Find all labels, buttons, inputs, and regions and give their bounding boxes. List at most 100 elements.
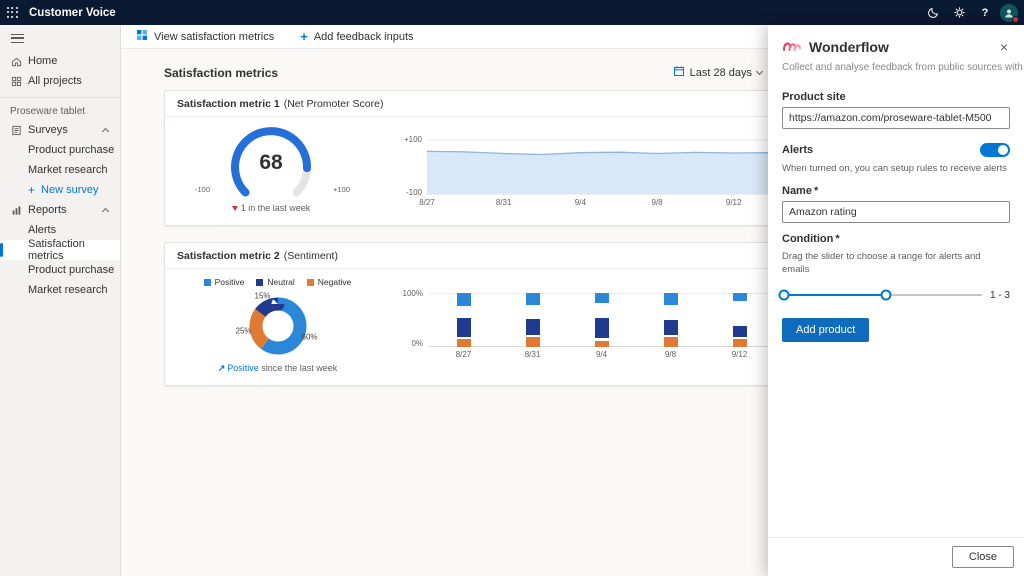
donut-percent-label: 25% bbox=[235, 327, 251, 336]
calendar-icon bbox=[673, 65, 685, 80]
sentiment-card: Satisfaction metric 2 (Sentiment) Positi… bbox=[164, 242, 854, 386]
legend-swatch-positive bbox=[204, 279, 211, 286]
user-avatar[interactable] bbox=[1000, 4, 1018, 22]
bar-segment bbox=[733, 293, 747, 301]
condition-label: Condition * bbox=[782, 233, 1010, 245]
bar-segment bbox=[526, 337, 540, 347]
date-range-filter[interactable]: Last 28 days bbox=[673, 65, 762, 80]
page-title: Satisfaction metrics bbox=[164, 66, 278, 80]
sidebar-section-surveys[interactable]: Surveys bbox=[0, 120, 120, 140]
bar-segment bbox=[664, 293, 678, 305]
slider-handle-min[interactable] bbox=[779, 290, 790, 301]
stacked-bar bbox=[457, 293, 471, 347]
sidebar-item-market-research-report[interactable]: Market research bbox=[0, 280, 120, 300]
sidebar: Home All projects Proseware tablet Surve… bbox=[0, 25, 121, 576]
presence-badge bbox=[1012, 16, 1019, 23]
legend-label: Positive bbox=[215, 277, 245, 287]
slider-value: 1 - 3 bbox=[990, 290, 1010, 301]
bar-segment bbox=[457, 318, 471, 337]
app-root: Customer Voice ? Home bbox=[0, 0, 1024, 576]
bar-segment bbox=[595, 341, 609, 347]
panel-header: Wonderflow × bbox=[768, 25, 1024, 60]
sidebar-item-satisfaction-metrics[interactable]: Satisfaction metrics bbox=[0, 240, 120, 260]
bar-segment bbox=[733, 339, 747, 347]
legend-swatch-negative bbox=[307, 279, 314, 286]
bar-x-label: 9/8 bbox=[651, 350, 691, 359]
bar-segment bbox=[664, 337, 678, 347]
slider-handle-max[interactable] bbox=[880, 290, 891, 301]
alerts-help-text: When turned on, you can setup rules to r… bbox=[782, 163, 1010, 175]
card-subtitle: (Net Promoter Score) bbox=[284, 98, 384, 110]
close-button[interactable]: Close bbox=[952, 546, 1014, 568]
donut-percent-label: 15% bbox=[254, 292, 270, 301]
sidebar-item-home[interactable]: Home bbox=[0, 51, 120, 71]
bars-y-min-label: 0% bbox=[393, 339, 423, 348]
plus-icon: + bbox=[300, 30, 308, 43]
add-product-button[interactable]: Add product bbox=[782, 318, 869, 342]
nps-card: Satisfaction metric 1 (Net Promoter Scor… bbox=[164, 90, 854, 226]
alerts-toggle[interactable] bbox=[980, 143, 1010, 157]
help-icon[interactable]: ? bbox=[974, 2, 996, 24]
surveys-icon bbox=[10, 124, 22, 136]
quiet-hours-moon-icon[interactable] bbox=[922, 2, 944, 24]
nps-value: 68 bbox=[211, 151, 331, 175]
name-input[interactable] bbox=[782, 201, 1010, 223]
add-feedback-inputs-button[interactable]: + Add feedback inputs bbox=[300, 30, 413, 43]
product-site-input[interactable] bbox=[782, 107, 1010, 129]
sidebar-item-product-purchase-survey[interactable]: Product purchase bbox=[0, 140, 120, 160]
bar-x-label: 8/27 bbox=[444, 350, 484, 359]
bars-xlabels: 8/278/319/49/89/12 bbox=[429, 350, 774, 359]
sidebar-divider bbox=[0, 97, 120, 98]
bar-x-label: 9/12 bbox=[720, 350, 760, 359]
projects-grid-icon bbox=[10, 75, 22, 87]
command-label: Add feedback inputs bbox=[314, 31, 414, 43]
sentiment-donut-svg bbox=[246, 294, 310, 358]
stacked-bar bbox=[664, 293, 678, 347]
sidebar-item-product-purchase-report[interactable]: Product purchase bbox=[0, 260, 120, 280]
sidebar-item-alerts[interactable]: Alerts bbox=[0, 220, 120, 240]
view-satisfaction-metrics-button[interactable]: View satisfaction metrics bbox=[136, 29, 274, 44]
card-title: Satisfaction metric 1 bbox=[177, 98, 280, 110]
command-label: View satisfaction metrics bbox=[154, 31, 274, 43]
sidebar-section-reports[interactable]: Reports bbox=[0, 200, 120, 220]
sidebar-item-label: All projects bbox=[28, 75, 82, 87]
alerts-row: Alerts bbox=[782, 143, 1010, 157]
sidebar-item-label: Market research bbox=[28, 284, 107, 296]
sidebar-collapse-button[interactable] bbox=[0, 25, 120, 51]
waffle-menu-icon[interactable] bbox=[0, 0, 25, 25]
sidebar-item-new-survey[interactable]: + New survey bbox=[0, 180, 120, 200]
bar-x-label: 8/31 bbox=[513, 350, 553, 359]
date-range-label: Last 28 days bbox=[690, 67, 752, 79]
home-icon bbox=[10, 55, 22, 67]
chevron-up-icon bbox=[102, 207, 109, 214]
sentiment-legend: Positive Neutral Negative bbox=[165, 277, 390, 287]
nps-delta: 1 in the last week bbox=[165, 203, 377, 213]
trend-up-icon: ↗ bbox=[218, 363, 226, 373]
bar-slot bbox=[720, 293, 760, 347]
sentiment-bars-plot bbox=[429, 293, 774, 347]
triangle-down-icon bbox=[232, 206, 238, 211]
sentiment-card-header: Satisfaction metric 2 (Sentiment) bbox=[165, 243, 853, 269]
label-text: Condition bbox=[782, 233, 833, 245]
plus-icon: + bbox=[28, 184, 35, 196]
stacked-bar bbox=[733, 293, 747, 347]
delta-value: 1 bbox=[241, 203, 246, 213]
range-slider[interactable] bbox=[782, 288, 982, 302]
name-label: Name * bbox=[782, 185, 1010, 197]
close-icon[interactable]: × bbox=[996, 38, 1012, 56]
sidebar-item-label: Product purchase bbox=[28, 144, 114, 156]
sidebar-item-label: Product purchase bbox=[28, 264, 114, 276]
sidebar-item-market-research-survey[interactable]: Market research bbox=[0, 160, 120, 180]
product-site-label: Product site bbox=[782, 91, 1010, 103]
settings-gear-icon[interactable] bbox=[948, 2, 970, 24]
card-subtitle: (Sentiment) bbox=[284, 250, 338, 262]
trend-x-label: 9/12 bbox=[726, 198, 742, 207]
sidebar-item-label: Satisfaction metrics bbox=[28, 238, 120, 262]
stacked-bar bbox=[595, 293, 609, 347]
trend-x-label: 8/27 bbox=[419, 198, 435, 207]
sidebar-item-all-projects[interactable]: All projects bbox=[0, 71, 120, 91]
panel-footer: Close bbox=[768, 537, 1024, 576]
note-word: Positive bbox=[227, 363, 259, 373]
app-title: Customer Voice bbox=[29, 7, 116, 19]
required-marker: * bbox=[814, 185, 818, 197]
